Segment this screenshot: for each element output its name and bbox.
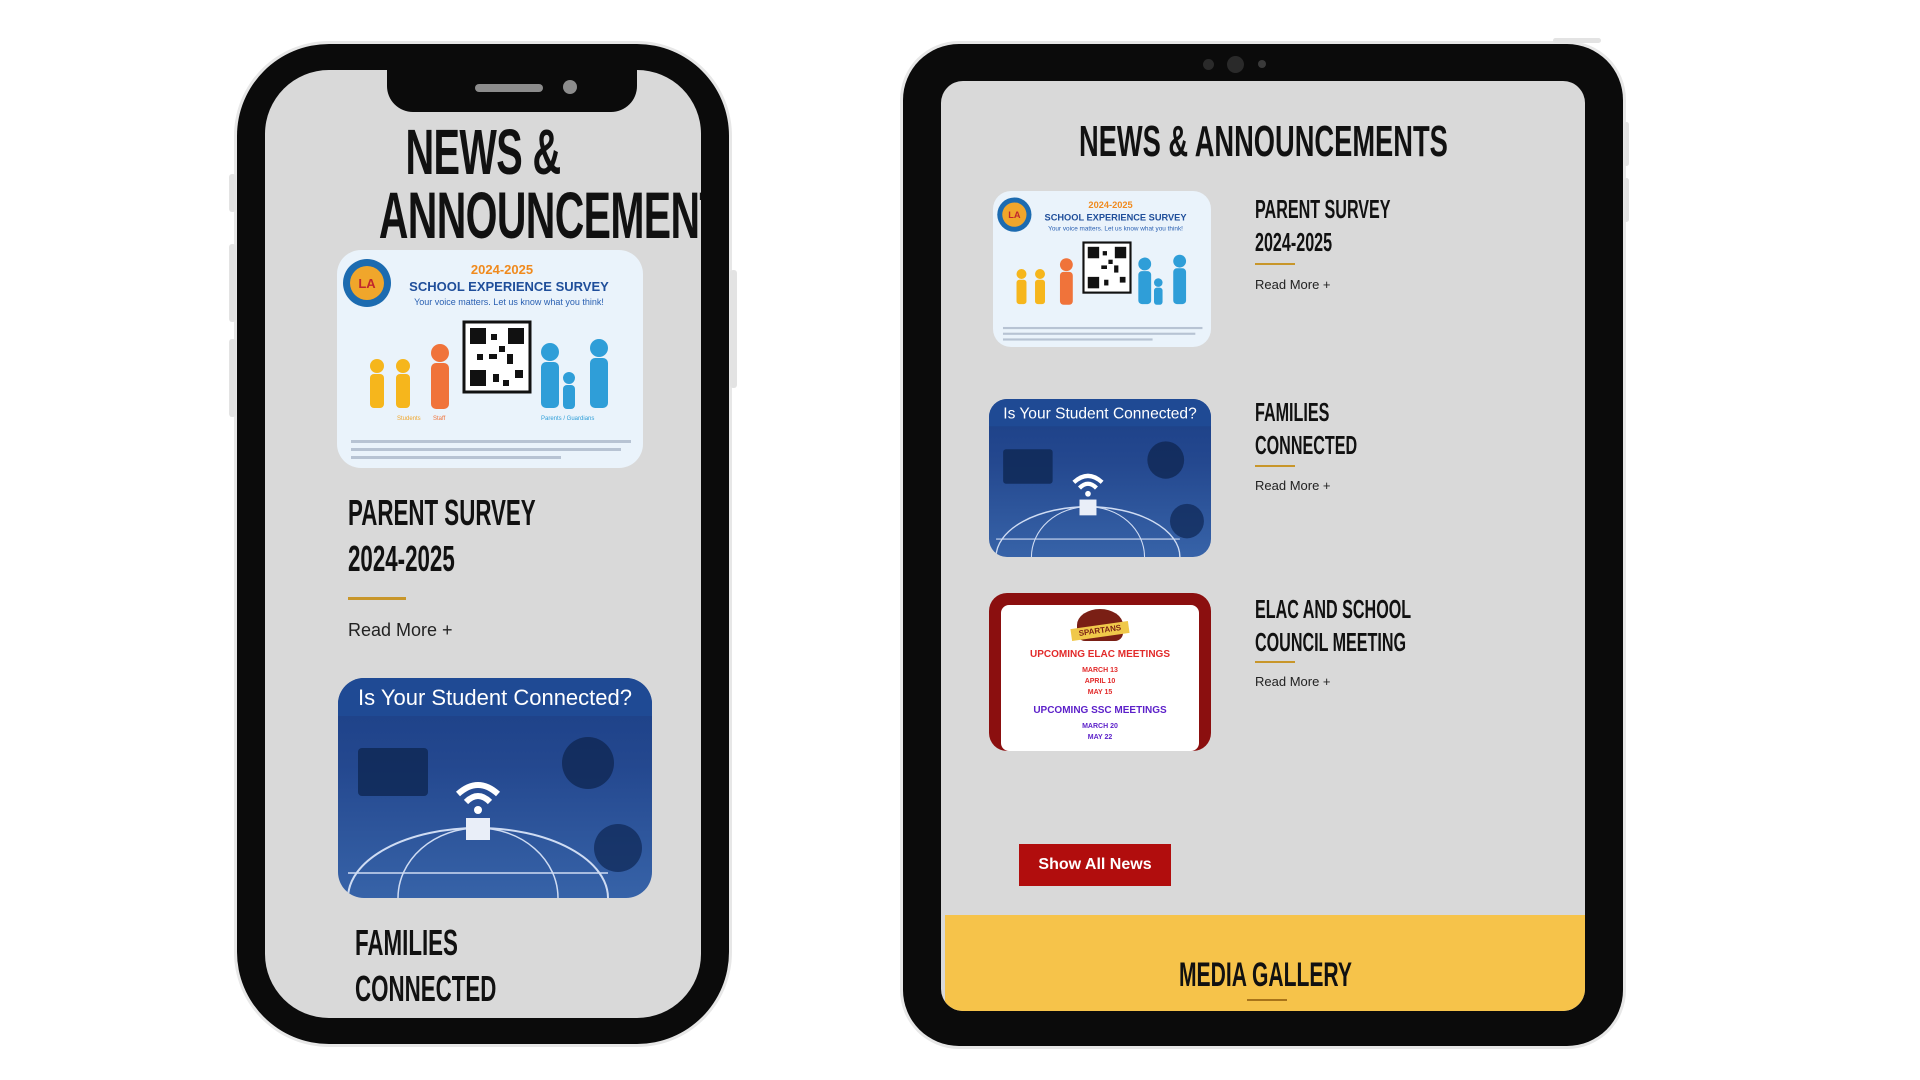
- phone-volume-down: [229, 339, 236, 417]
- media-gallery-underline: [1247, 999, 1287, 1001]
- title-underline: [1255, 465, 1295, 467]
- page-title-line1: NEWS &: [405, 116, 562, 188]
- survey-thumbnail[interactable]: LA 2024-2025 SCHOOL EXPERIENCE SURVEY Yo…: [993, 191, 1211, 347]
- svg-text:LA: LA: [1008, 210, 1021, 220]
- svg-text:Is Your Student Connected?: Is Your Student Connected?: [358, 685, 632, 710]
- read-more-link[interactable]: Read More +: [1255, 478, 1331, 493]
- news-item-title[interactable]: PARENT SURVEY 2024-2025: [348, 490, 651, 582]
- media-gallery-section: MEDIA GALLERY: [945, 915, 1585, 1011]
- tablet-camera: [1227, 56, 1244, 73]
- ssc-heading: UPCOMING SSC MEETINGS: [1033, 705, 1167, 716]
- news-item-title[interactable]: FAMILIES CONNECTED: [355, 920, 583, 1012]
- svg-text:Your voice matters. Let us kno: Your voice matters. Let us know what you…: [414, 297, 604, 307]
- tablet-volume-down: [1624, 178, 1629, 222]
- news-item-title[interactable]: FAMILIES CONNECTED: [1255, 396, 1420, 462]
- page-title-line2: ANNOUNCEMENTS: [378, 178, 701, 252]
- elac-meeting-thumbnail[interactable]: SPARTANS UPCOMING ELAC MEETINGS MARCH 13…: [989, 593, 1211, 751]
- svg-text:2024-2025: 2024-2025: [1088, 200, 1132, 210]
- tablet-power-button: [1553, 38, 1601, 43]
- ssc-dates: MARCH 20 MAY 22: [1082, 723, 1118, 741]
- title-underline: [1255, 263, 1295, 265]
- families-connected-graphic: Is Your Student Connected?: [338, 678, 652, 898]
- svg-text:SCHOOL EXPERIENCE SURVEY: SCHOOL EXPERIENCE SURVEY: [409, 279, 609, 294]
- phone-speaker: [475, 84, 543, 92]
- svg-text:Parents / Guardians: Parents / Guardians: [541, 416, 594, 422]
- svg-text:SCHOOL EXPERIENCE SURVEY: SCHOOL EXPERIENCE SURVEY: [1045, 212, 1188, 222]
- page-title: NEWS & ANNOUNCEMENTS: [1078, 117, 1448, 166]
- news-item-title[interactable]: PARENT SURVEY 2024-2025: [1255, 193, 1474, 259]
- svg-text:2024-2025: 2024-2025: [471, 262, 533, 277]
- title-underline: [348, 597, 406, 600]
- spartans-logo: SPARTANS: [1070, 609, 1130, 641]
- svg-text:LA: LA: [358, 276, 376, 291]
- phone-notch: [387, 70, 637, 112]
- tablet-mockup: NEWS & ANNOUNCEMENTS LA 2024-2025 SCHOOL…: [903, 38, 1629, 1046]
- news-item-title[interactable]: ELAC AND SCHOOL COUNCIL MEETING: [1255, 593, 1507, 659]
- phone-volume-up: [229, 244, 236, 322]
- svg-text:Students: Students: [397, 416, 421, 422]
- families-connected-thumbnail[interactable]: Is Your Student Connected?: [989, 399, 1211, 557]
- tablet-volume-up: [1624, 122, 1629, 166]
- meeting-flyer: SPARTANS UPCOMING ELAC MEETINGS MARCH 13…: [1001, 605, 1199, 751]
- elac-heading: UPCOMING ELAC MEETINGS: [1029, 649, 1170, 660]
- title-underline: [1255, 661, 1295, 663]
- phone-mockup: NEWS & ANNOUNCEMENTS LA 2024-2025 SCHOOL…: [229, 44, 737, 1044]
- spartans-logo-text: SPARTANS: [1070, 621, 1130, 641]
- tablet-sensor: [1203, 59, 1214, 70]
- svg-text:Staff: Staff: [433, 416, 446, 422]
- svg-text:Is Your Student Connected?: Is Your Student Connected?: [1003, 405, 1197, 422]
- read-more-link[interactable]: Read More +: [1255, 277, 1331, 292]
- read-more-link[interactable]: Read More +: [1255, 674, 1331, 689]
- read-more-link[interactable]: Read More +: [348, 620, 453, 641]
- survey-thumbnail[interactable]: LA 2024-2025 SCHOOL EXPERIENCE SURVEY Yo…: [337, 250, 643, 468]
- families-connected-graphic: Is Your Student Connected?: [989, 399, 1211, 557]
- survey-flyer-graphic: LA 2024-2025 SCHOOL EXPERIENCE SURVEY Yo…: [997, 197, 1203, 341]
- phone-mute-switch: [229, 174, 236, 212]
- phone-camera: [563, 80, 577, 94]
- tablet-light-sensor: [1258, 60, 1266, 68]
- families-connected-thumbnail[interactable]: Is Your Student Connected?: [338, 678, 652, 898]
- elac-dates: MARCH 13 APRIL 10 MAY 15: [1082, 667, 1118, 696]
- survey-flyer-graphic: LA 2024-2025 SCHOOL EXPERIENCE SURVEY Yo…: [343, 259, 631, 459]
- phone-screen: NEWS & ANNOUNCEMENTS LA 2024-2025 SCHOOL…: [265, 70, 701, 1018]
- tablet-screen: NEWS & ANNOUNCEMENTS LA 2024-2025 SCHOOL…: [941, 81, 1585, 1011]
- media-gallery-heading: MEDIA GALLERY: [1178, 956, 1352, 994]
- show-all-news-button[interactable]: Show All News: [1019, 844, 1171, 886]
- svg-text:Your voice matters. Let us kno: Your voice matters. Let us know what you…: [1048, 225, 1183, 232]
- phone-power-button: [730, 270, 737, 388]
